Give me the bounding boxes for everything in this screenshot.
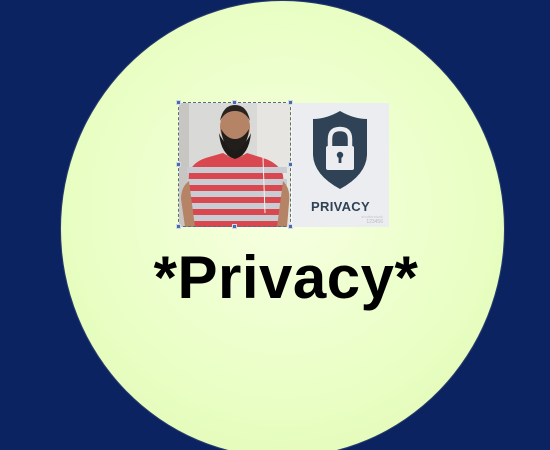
privacy-image[interactable]: PRIVACY shutterstock 123456 [292,103,389,227]
watermark-id: 123456 [366,219,383,225]
slide: PRIVACY shutterstock 123456 *Privacy* [0,0,550,450]
slide-title[interactable]: *Privacy* [140,238,432,318]
person-photo-icon [179,103,291,227]
person-photo[interactable] [179,103,291,227]
privacy-label: PRIVACY [311,199,370,214]
